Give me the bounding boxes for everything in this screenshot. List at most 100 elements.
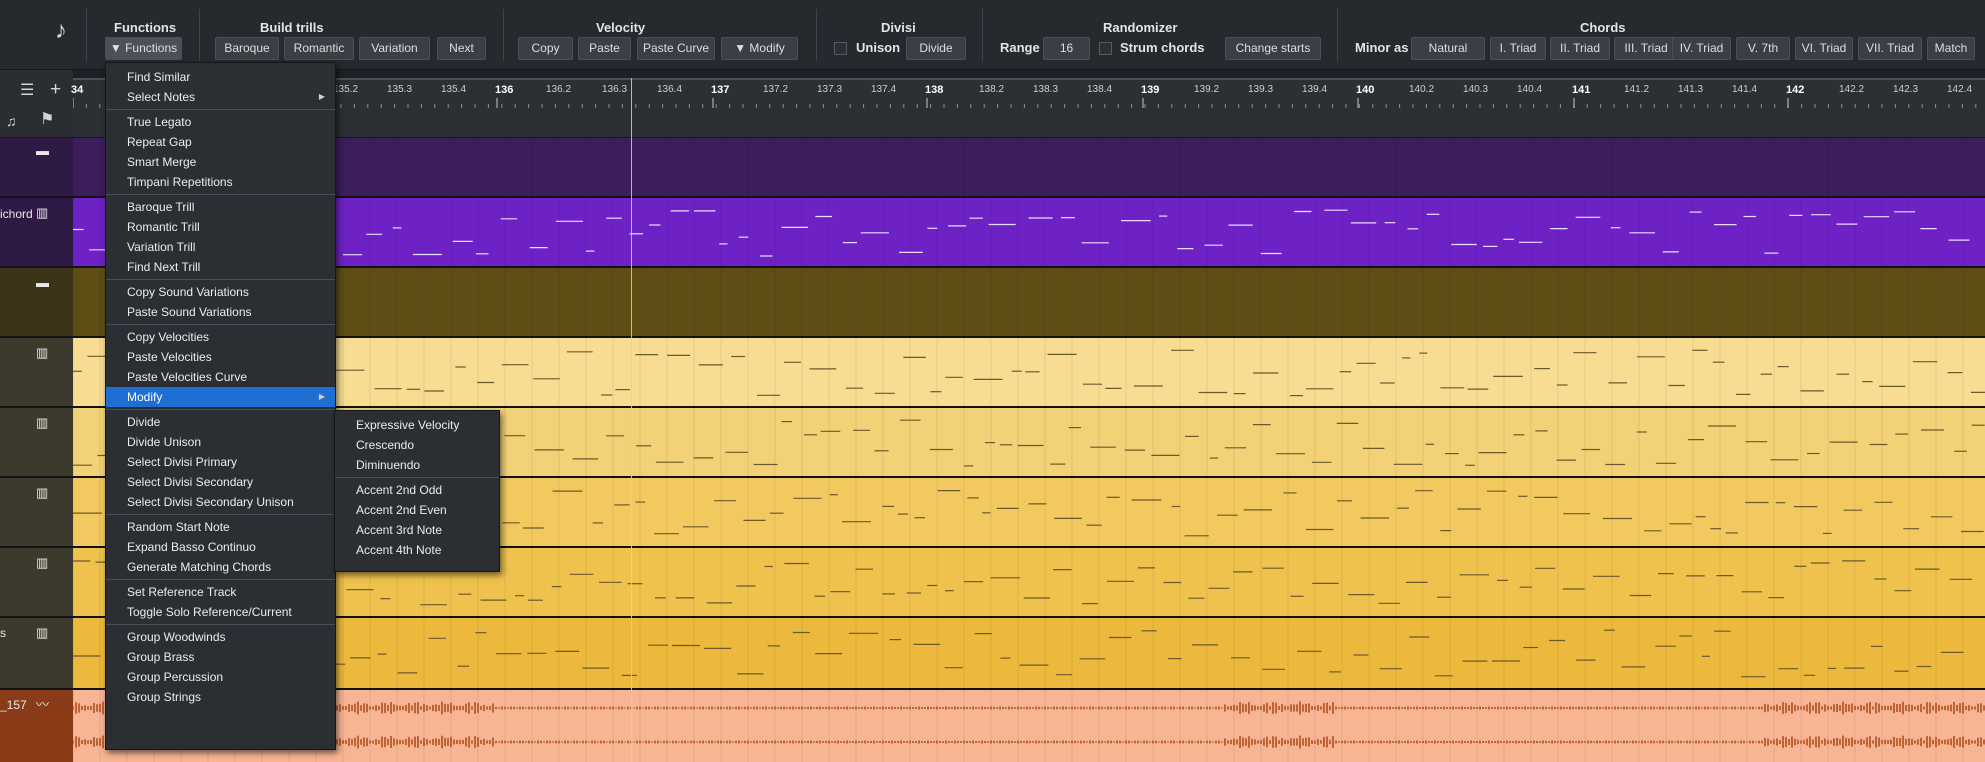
menu-item-divide[interactable]: Divide	[106, 412, 335, 432]
menu-item-paste-velocities-curve[interactable]: Paste Velocities Curve	[106, 367, 335, 387]
menu-item-select-divisi-secondary-unison[interactable]: Select Divisi Secondary Unison	[106, 492, 335, 512]
menu-item-accent-4th-note[interactable]: Accent 4th Note	[335, 540, 499, 560]
menu-item-expressive-velocity[interactable]: Expressive Velocity	[335, 415, 499, 435]
menu-item-set-reference-track[interactable]: Set Reference Track	[106, 582, 335, 602]
track-header-instrument-5[interactable]: s ▥	[0, 618, 73, 690]
menu-item-timpani-repetitions[interactable]: Timpani Repetitions	[106, 172, 335, 192]
track-header-instrument-4[interactable]: ▥	[0, 548, 73, 618]
lane-harpsichord[interactable]	[73, 198, 1985, 268]
list-icon[interactable]: ☰	[20, 82, 34, 100]
menu-item-group-percussion[interactable]: Group Percussion	[106, 667, 335, 687]
track-header-folder-1[interactable]: ▬	[0, 138, 73, 198]
note-icon[interactable]: ♫	[6, 112, 17, 130]
lane-audio[interactable]	[73, 690, 1985, 762]
flag-icon[interactable]: ⚑	[40, 111, 54, 129]
menu-separator	[106, 109, 335, 110]
music-note-icon[interactable]: ♪	[48, 18, 74, 44]
ruler-label: 137.4	[871, 84, 897, 95]
track-header-instrument-3[interactable]: ▥	[0, 478, 73, 548]
lane-content	[73, 338, 1985, 408]
menu-item-smart-merge[interactable]: Smart Merge	[106, 152, 335, 172]
paste-curve-button[interactable]: Paste Curve	[637, 37, 715, 60]
ruler-label: 139.2	[1194, 84, 1220, 95]
menu-item-paste-sound-variations[interactable]: Paste Sound Variations	[106, 302, 335, 322]
range-value-field[interactable]: 16	[1043, 37, 1090, 60]
menu-item-true-legato[interactable]: True Legato	[106, 112, 335, 132]
divide-button[interactable]: Divide	[906, 37, 966, 60]
chord-vi-triad-button[interactable]: VI. Triad	[1795, 37, 1853, 60]
menu-item-label: Select Divisi Secondary Unison	[127, 495, 294, 509]
plus-icon[interactable]: +	[50, 80, 61, 99]
change-starts-button[interactable]: Change starts	[1225, 37, 1321, 60]
menu-item-accent-2nd-even[interactable]: Accent 2nd Even	[335, 500, 499, 520]
menu-item-select-divisi-secondary[interactable]: Select Divisi Secondary	[106, 472, 335, 492]
menu-item-find-next-trill[interactable]: Find Next Trill	[106, 257, 335, 277]
copy-velocity-button[interactable]: Copy	[518, 37, 573, 60]
next-trill-button[interactable]: Next	[437, 37, 486, 60]
lane-instrument-5[interactable]	[73, 618, 1985, 690]
menu-item-variation-trill[interactable]: Variation Trill	[106, 237, 335, 257]
ruler-ticks	[73, 98, 1977, 108]
menu-item-random-start-note[interactable]: Random Start Note	[106, 517, 335, 537]
chord-v-7th-button[interactable]: V. 7th	[1736, 37, 1790, 60]
chord-iii-triad-button[interactable]: III. Triad	[1614, 37, 1678, 60]
toolbar-separator	[503, 9, 504, 61]
menu-item-copy-velocities[interactable]: Copy Velocities	[106, 327, 335, 347]
menu-item-divide-unison[interactable]: Divide Unison	[106, 432, 335, 452]
baroque-trill-button[interactable]: Baroque	[215, 37, 279, 60]
menu-item-accent-2nd-odd[interactable]: Accent 2nd Odd	[335, 480, 499, 500]
lane-content	[73, 138, 1964, 198]
divisi-group-title: Divisi	[881, 20, 916, 35]
minor-as-label: Minor as	[1355, 40, 1409, 55]
menu-item-baroque-trill[interactable]: Baroque Trill	[106, 197, 335, 217]
modify-velocity-dropdown[interactable]: ▼ Modify	[721, 37, 798, 60]
track-header-folder-2[interactable]: ▬	[0, 268, 73, 338]
strum-chords-checkbox[interactable]	[1099, 42, 1112, 55]
menu-item-label: Expressive Velocity	[356, 418, 460, 432]
menu-item-group-strings[interactable]: Group Strings	[106, 687, 335, 707]
menu-item-select-divisi-primary[interactable]: Select Divisi Primary	[106, 452, 335, 472]
menu-item-paste-velocities[interactable]: Paste Velocities	[106, 347, 335, 367]
menu-item-romantic-trill[interactable]: Romantic Trill	[106, 217, 335, 237]
menu-item-label: Paste Velocities Curve	[127, 370, 248, 384]
lane-instrument-1[interactable]	[73, 338, 1985, 408]
loop-range-bar[interactable]	[73, 78, 1985, 80]
menu-separator	[106, 324, 335, 325]
menu-item-expand-basso-continuo[interactable]: Expand Basso Continuo	[106, 537, 335, 557]
playhead[interactable]	[631, 78, 632, 762]
romantic-trill-button[interactable]: Romantic	[284, 37, 354, 60]
natural-minor-button[interactable]: Natural	[1411, 37, 1485, 60]
variation-trill-button[interactable]: Variation	[359, 37, 430, 60]
lane-content	[73, 618, 1964, 690]
functions-dropdown-button[interactable]: ▼ Functions	[105, 37, 182, 60]
menu-item-generate-matching-chords[interactable]: Generate Matching Chords	[106, 557, 335, 577]
lane-folder-2[interactable]	[73, 268, 1985, 338]
track-header-harpsichord[interactable]: ichord ▥	[0, 198, 73, 268]
lane-folder-1[interactable]	[73, 138, 1985, 198]
unison-checkbox[interactable]	[834, 42, 847, 55]
menu-item-toggle-solo-reference-current[interactable]: Toggle Solo Reference/Current	[106, 602, 335, 622]
track-header-instrument-1[interactable]: ▥	[0, 338, 73, 408]
menu-item-crescendo[interactable]: Crescendo	[335, 435, 499, 455]
menu-item-group-woodwinds[interactable]: Group Woodwinds	[106, 627, 335, 647]
menu-item-label: Accent 2nd Odd	[356, 483, 443, 497]
chord-iv-triad-button[interactable]: IV. Triad	[1672, 37, 1731, 60]
track-header-instrument-2[interactable]: ▥	[0, 408, 73, 478]
menu-item-find-similar[interactable]: Find Similar	[106, 67, 335, 87]
chord-ii-triad-button[interactable]: II. Triad	[1550, 37, 1610, 60]
modify-submenu: Expressive Velocity Crescendo Diminuendo Ac…	[334, 410, 500, 572]
menu-item-repeat-gap[interactable]: Repeat Gap	[106, 132, 335, 152]
track-header-audio[interactable]: _157 〰	[0, 690, 73, 762]
chord-i-triad-button[interactable]: I. Triad	[1490, 37, 1546, 60]
menu-item-label: Copy Velocities	[127, 330, 210, 344]
match-chords-button[interactable]: Match	[1927, 37, 1975, 60]
menu-item-select-notes[interactable]: Select Notes ▶	[106, 87, 335, 107]
chord-vii-triad-button[interactable]: VII. Triad	[1858, 37, 1922, 60]
paste-velocity-button[interactable]: Paste	[578, 37, 631, 60]
timeline-ruler[interactable]: 34 135.2 135.3 135.4 136 136.2 136.3 136.4 137 13…	[71, 78, 1985, 138]
menu-item-group-brass[interactable]: Group Brass	[106, 647, 335, 667]
menu-item-diminuendo[interactable]: Diminuendo	[335, 455, 499, 475]
menu-item-copy-sound-variations[interactable]: Copy Sound Variations	[106, 282, 335, 302]
menu-item-modify[interactable]: Modify ▶	[106, 387, 335, 407]
menu-item-accent-3rd-note[interactable]: Accent 3rd Note	[335, 520, 499, 540]
